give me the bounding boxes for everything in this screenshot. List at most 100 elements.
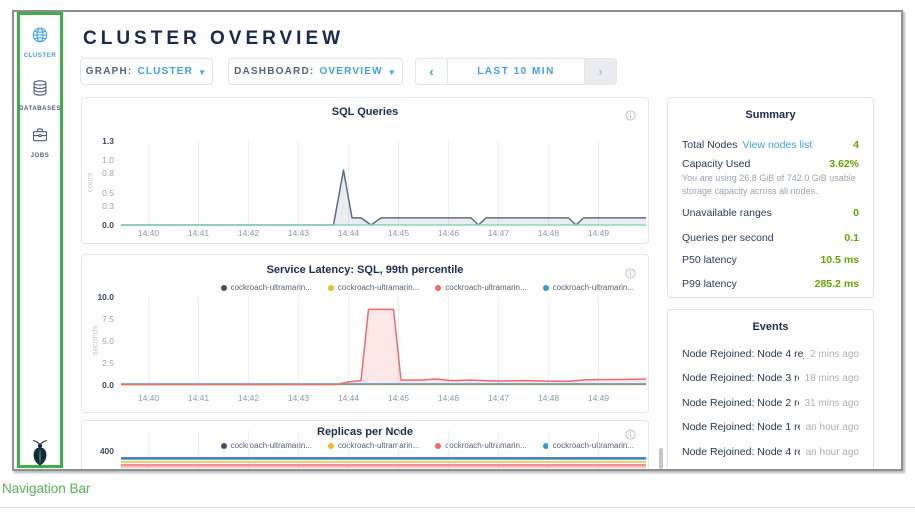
x-axis-tick: 14:40 [129, 393, 169, 403]
x-axis-tick: 14:44 [329, 393, 369, 403]
event-text: Node Rejoined: Node 2 rej... [682, 397, 799, 409]
y-axis-tick: 10.0 [84, 292, 114, 302]
time-range-value[interactable]: LAST 10 MIN [448, 59, 584, 84]
graph-dropdown-label: GRAPH: [86, 66, 133, 77]
sidebar-item-cluster[interactable]: CLUSTER [20, 26, 60, 59]
event-row[interactable]: Node Rejoined: Node 2 rej... 31 mins ago [682, 397, 859, 409]
y-axis-tick: 0.3 [84, 201, 114, 211]
chart-plot-area [121, 137, 646, 231]
dashboard-dropdown[interactable]: DASHBOARD: OVERVIEW ▼ [228, 58, 403, 85]
summary-value: 10.5 ms [820, 254, 859, 266]
legend-dot-icon [328, 285, 334, 291]
sidebar-item-label: CLUSTER [24, 53, 57, 59]
legend-item[interactable]: cockroach-ultramarin... [543, 283, 634, 292]
page-title: CLUSTER OVERVIEW [83, 28, 344, 50]
event-text: Node Rejoined: Node 4 rej... [682, 446, 800, 458]
time-range-selector: ‹ LAST 10 MIN › [415, 58, 617, 85]
replicas-per-node-panel: Replicas per Node 400cockroach-ultramari… [81, 420, 649, 471]
legend-item[interactable]: cockroach-ultramarin... [328, 283, 419, 292]
app-window: CLUSTER DATABASES [12, 10, 903, 471]
legend-label: cockroach-ultramarin... [231, 283, 312, 292]
y-axis-tick: 0.0 [84, 380, 114, 390]
database-icon [31, 79, 49, 102]
y-axis-tick: 2.5 [84, 358, 114, 368]
globe-icon [31, 26, 49, 49]
sidebar-item-label: DATABASES [19, 106, 61, 112]
y-axis-unit-label: count [85, 173, 94, 193]
sidebar-item-label: JOBS [31, 153, 50, 159]
legend-item[interactable]: cockroach-ultramarin... [435, 283, 526, 292]
sidebar-item-databases[interactable]: DATABASES [20, 79, 60, 112]
legend-label: cockroach-ultramarin... [553, 283, 634, 292]
event-row[interactable]: Node Rejoined: Node 3 rej... 18 mins ago [682, 372, 859, 384]
info-icon[interactable] [625, 266, 636, 284]
x-axis-tick: 14:48 [529, 393, 569, 403]
summary-value: 0.1 [844, 232, 859, 244]
y-axis-tick: 400 [84, 446, 114, 456]
summary-label: Total Nodes [682, 139, 737, 151]
x-axis-tick: 14:45 [379, 393, 419, 403]
service-latency-panel: Service Latency: SQL, 99th percentile 0.… [81, 254, 649, 413]
legend-item[interactable]: cockroach-ultramarin... [221, 283, 312, 292]
summary-row-p50: P50 latency 10.5 ms [682, 254, 859, 266]
chart-legend: cockroach-ultramarin... cockroach-ultrama… [221, 283, 634, 292]
summary-row-total-nodes: Total Nodes View nodes list 4 [682, 135, 859, 153]
view-nodes-list-link[interactable]: View nodes list [742, 139, 812, 151]
event-text: Node Rejoined: Node 3 rej... [682, 372, 799, 384]
sidebar-item-jobs[interactable]: JOBS [20, 126, 60, 159]
summary-label: P50 latency [682, 254, 737, 266]
navigation-bar-highlight: CLUSTER DATABASES [17, 12, 63, 468]
page-divider [0, 507, 915, 508]
event-time: an hour ago [806, 422, 859, 433]
event-time: 18 mins ago [805, 373, 859, 384]
events-card: Events Node Rejoined: Node 4 rej... 2 mi… [667, 309, 874, 471]
y-axis-tick: 1.0 [84, 155, 114, 165]
capacity-note: You are using 26.8 GiB of 742.0 GiB usab… [682, 172, 859, 198]
annotation-caption: Navigation Bar [2, 481, 91, 496]
y-axis-tick: 1.3 [84, 136, 114, 146]
event-text: Node Rejoined: Node 4 rej... [682, 348, 804, 360]
legend-dot-icon [435, 285, 441, 291]
summary-label: Unavailable ranges [682, 207, 772, 219]
y-axis-unit-label: seconds [90, 326, 99, 356]
y-axis-tick: 0.0 [84, 220, 114, 230]
chevron-down-icon: ▼ [388, 68, 397, 77]
chart-plot-area [121, 293, 646, 391]
x-axis-tick: 14:43 [279, 393, 319, 403]
graph-dropdown-value: CLUSTER [137, 66, 193, 77]
x-axis-tick: 14:47 [479, 393, 519, 403]
chart-title: Service Latency: SQL, 99th percentile [82, 264, 648, 276]
legend-label: cockroach-ultramarin... [338, 283, 419, 292]
y-axis-tick: 7.5 [84, 314, 114, 324]
graph-dropdown[interactable]: GRAPH: CLUSTER ▼ [80, 58, 213, 85]
event-time: an hour ago [806, 447, 859, 458]
summary-label: Queries per second [682, 232, 774, 244]
x-axis-tick: 14:42 [229, 393, 269, 403]
event-row[interactable]: Node Rejoined: Node 4 rej... 2 mins ago [682, 348, 859, 360]
event-time: 2 mins ago [810, 349, 859, 360]
screenshot-stage: CLUSTER DATABASES [0, 0, 915, 517]
x-axis-tick: 14:49 [579, 393, 619, 403]
summary-row-unavailable-ranges: Unavailable ranges 0 [682, 207, 859, 219]
time-prev-button[interactable]: ‹ [416, 59, 448, 84]
time-next-button[interactable]: › [584, 59, 616, 84]
summary-row-p99: P99 latency 285.2 ms [682, 278, 859, 290]
dashboard-dropdown-value: OVERVIEW [319, 66, 382, 77]
summary-label: Capacity Used [682, 158, 750, 170]
summary-value: 285.2 ms [815, 278, 859, 290]
x-axis-tick: 14:46 [429, 393, 469, 403]
dashboard-dropdown-label: DASHBOARD: [234, 66, 314, 77]
chart-title: SQL Queries [82, 106, 648, 118]
summary-card: Summary Total Nodes View nodes list 4 Cap… [667, 97, 874, 298]
cockroachdb-logo [29, 439, 51, 471]
event-row[interactable]: Node Rejoined: Node 1 rej... an hour ago [682, 421, 859, 433]
info-icon[interactable] [625, 108, 636, 126]
events-title: Events [668, 321, 873, 333]
scrollbar-thumb[interactable] [659, 448, 663, 469]
summary-value: 4 [853, 139, 859, 151]
summary-title: Summary [668, 109, 873, 121]
summary-label: P99 latency [682, 278, 737, 290]
sql-queries-panel: SQL Queries 0.00.30.50.81.01.3count14:40… [81, 97, 649, 244]
legend-dot-icon [221, 285, 227, 291]
event-row[interactable]: Node Rejoined: Node 4 rej... an hour ago [682, 446, 859, 458]
